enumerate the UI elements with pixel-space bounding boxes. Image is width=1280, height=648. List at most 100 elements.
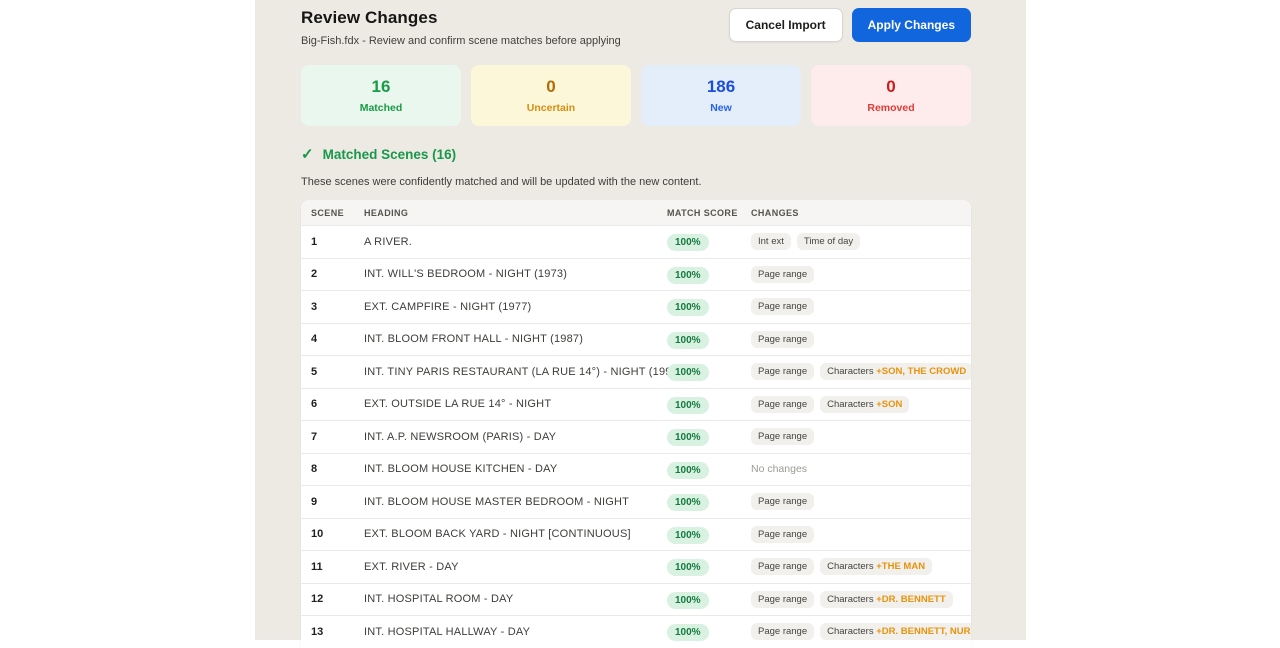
match-score-cell: 100% <box>667 427 751 447</box>
added-characters: +DR. BENNETT <box>876 593 946 605</box>
scene-number: 2 <box>311 268 318 281</box>
matched-scenes-section-header: ✓ Matched Scenes (16) <box>301 145 971 163</box>
change-badge: Characters +THE MAN <box>820 558 933 576</box>
table-row: 12 INT. HOSPITAL ROOM - DAY 100% Page range… <box>301 582 971 615</box>
match-score-cell: 100% <box>667 525 751 544</box>
change-badge: Page range <box>751 395 815 413</box>
new-count-card: 186 New <box>641 65 801 126</box>
scene-heading: INT. A.P. NEWSROOM (PARIS) - DAY <box>364 430 557 443</box>
header-buttons: Cancel Import Apply Changes <box>728 8 971 42</box>
matched-scenes-description: These scenes were confidently matched an… <box>301 176 702 188</box>
change-badge: Page range <box>751 265 815 283</box>
scene-heading: INT. TINY PARIS RESTAURANT (LA RUE 14°) … <box>364 365 682 378</box>
table-row: 7 INT. A.P. NEWSROOM (PARIS) - DAY 100% Pag… <box>301 420 971 453</box>
change-badge: Page range <box>751 428 815 446</box>
match-score-badge: 100% <box>667 299 709 317</box>
added-characters: +DR. BENNETT, NURSE <box>876 626 971 638</box>
match-score-badge: 100% <box>667 234 709 252</box>
page-title: Review Changes <box>301 8 438 27</box>
column-header-match-score: MATCH SCORE <box>667 207 738 218</box>
match-score-cell: 100% <box>667 590 751 609</box>
match-score-badge: 100% <box>667 331 709 349</box>
table-row: 2 INT. WILL'S BEDROOM - NIGHT (1973) 100% P… <box>301 257 971 290</box>
table-row: 6 EXT. OUTSIDE LA RUE 14° - NIGHT 100% Page… <box>301 387 971 420</box>
column-header-changes: CHANGES <box>751 207 799 218</box>
uncertain-label: Uncertain <box>526 102 576 114</box>
changes-cell: Page range <box>751 428 971 446</box>
matched-scenes-title: Matched Scenes (16) <box>322 146 457 162</box>
added-characters: +SON, THE CROWD <box>876 366 967 378</box>
scene-number: 7 <box>311 430 318 443</box>
table-row: 11 EXT. RIVER - DAY 100% Page range Characte… <box>301 550 971 583</box>
match-score-badge: 100% <box>667 461 709 479</box>
scene-number: 1 <box>311 235 318 248</box>
scene-number: 3 <box>311 300 318 313</box>
scene-number: 6 <box>311 398 318 411</box>
table-row: 3 EXT. CAMPFIRE - NIGHT (1977) 100% Page ra… <box>301 290 971 323</box>
scene-heading: INT. BLOOM FRONT HALL - NIGHT (1987) <box>364 333 584 346</box>
change-badge: Page range <box>751 298 815 316</box>
change-badge: Page range <box>751 493 815 511</box>
table-row: 4 INT. BLOOM FRONT HALL - NIGHT (1987) 100… <box>301 322 971 355</box>
match-score-badge: 100% <box>667 266 709 284</box>
scene-heading: A RIVER. <box>364 235 413 248</box>
match-score-cell: 100% <box>667 492 751 512</box>
changes-cell: Page range <box>751 330 971 348</box>
scene-heading: EXT. BLOOM BACK YARD - NIGHT [CONTINUOUS… <box>364 528 631 541</box>
match-score-badge: 100% <box>667 429 709 447</box>
match-score-cell: 100% <box>667 330 751 349</box>
column-header-scene: SCENE <box>311 207 345 218</box>
cancel-import-button[interactable]: Cancel Import <box>728 8 843 42</box>
scene-heading: INT. WILL'S BEDROOM - NIGHT (1973) <box>364 268 568 281</box>
change-badge: Characters +DR. BENNETT, NURSE <box>820 623 971 641</box>
table-header-row: SCENE HEADING MATCH SCORE CHANGES <box>301 200 971 225</box>
added-characters: +THE MAN <box>876 561 926 573</box>
scene-number: 8 <box>311 463 318 476</box>
match-score-badge: 100% <box>667 526 709 544</box>
table-row: 1 A RIVER. 100% Int ext Time of day <box>301 225 971 258</box>
page-subtitle: Big-Fish.fdx - Review and confirm scene … <box>301 35 621 47</box>
checkmark-icon: ✓ <box>301 146 314 163</box>
change-badge: Page range <box>751 363 815 381</box>
scene-number: 13 <box>311 625 324 638</box>
table-row: 5 INT. TINY PARIS RESTAURANT (LA RUE 14°)… <box>301 355 971 388</box>
scene-number: 9 <box>311 495 318 508</box>
removed-count: 0 <box>886 77 896 96</box>
match-score-cell: 100% <box>667 232 751 252</box>
match-score-cell: 100% <box>667 362 751 382</box>
added-characters: +SON <box>876 398 903 410</box>
scene-heading: EXT. RIVER - DAY <box>364 560 459 573</box>
change-badge: Characters +SON, THE CROWD <box>820 363 971 381</box>
page-title-block: Review Changes Big-Fish.fdx - Review and… <box>301 8 621 47</box>
apply-changes-button[interactable]: Apply Changes <box>851 8 971 42</box>
changes-cell: Page range <box>751 525 971 543</box>
match-score-badge: 100% <box>667 559 709 577</box>
column-header-heading: HEADING <box>364 207 409 218</box>
review-changes-panel: Review Changes Big-Fish.fdx - Review and… <box>255 0 1026 648</box>
matched-count-card: 16 Matched <box>301 65 461 126</box>
change-badge: Page range <box>751 558 815 576</box>
match-score-badge: 100% <box>667 364 709 382</box>
match-score-cell: 100% <box>667 265 751 284</box>
change-badge: Int ext <box>751 233 791 251</box>
changes-cell: Page range Characters +DR. BENNETT <box>751 590 971 608</box>
table-body: 1 A RIVER. 100% Int ext Time of day 2 INT. WIL… <box>301 225 971 648</box>
change-badge: Characters +DR. BENNETT <box>820 590 953 608</box>
match-score-badge: 100% <box>667 396 709 414</box>
matched-scenes-table: SCENE HEADING MATCH SCORE CHANGES 1 A RIV… <box>301 200 971 648</box>
changes-cell: Page range <box>751 493 971 511</box>
scene-number: 4 <box>311 333 318 346</box>
changes-cell: Page range Characters +SON <box>751 395 971 413</box>
change-badge: Time of day <box>796 233 861 251</box>
matched-count: 16 <box>371 77 391 96</box>
match-score-badge: 100% <box>667 624 709 642</box>
match-score-cell: 100% <box>667 460 751 479</box>
table-row: 13 INT. HOSPITAL HALLWAY - DAY 100% Page ra… <box>301 615 971 648</box>
change-badge: Page range <box>751 330 815 348</box>
scene-number: 12 <box>311 593 324 606</box>
changes-cell: Page range <box>751 265 971 283</box>
scene-number: 10 <box>311 528 324 541</box>
changes-cell: Int ext Time of day <box>751 233 971 251</box>
scene-heading: EXT. CAMPFIRE - NIGHT (1977) <box>364 300 532 313</box>
summary-cards: 16 Matched 0 Uncertain 186 New 0 Removed <box>301 65 971 126</box>
